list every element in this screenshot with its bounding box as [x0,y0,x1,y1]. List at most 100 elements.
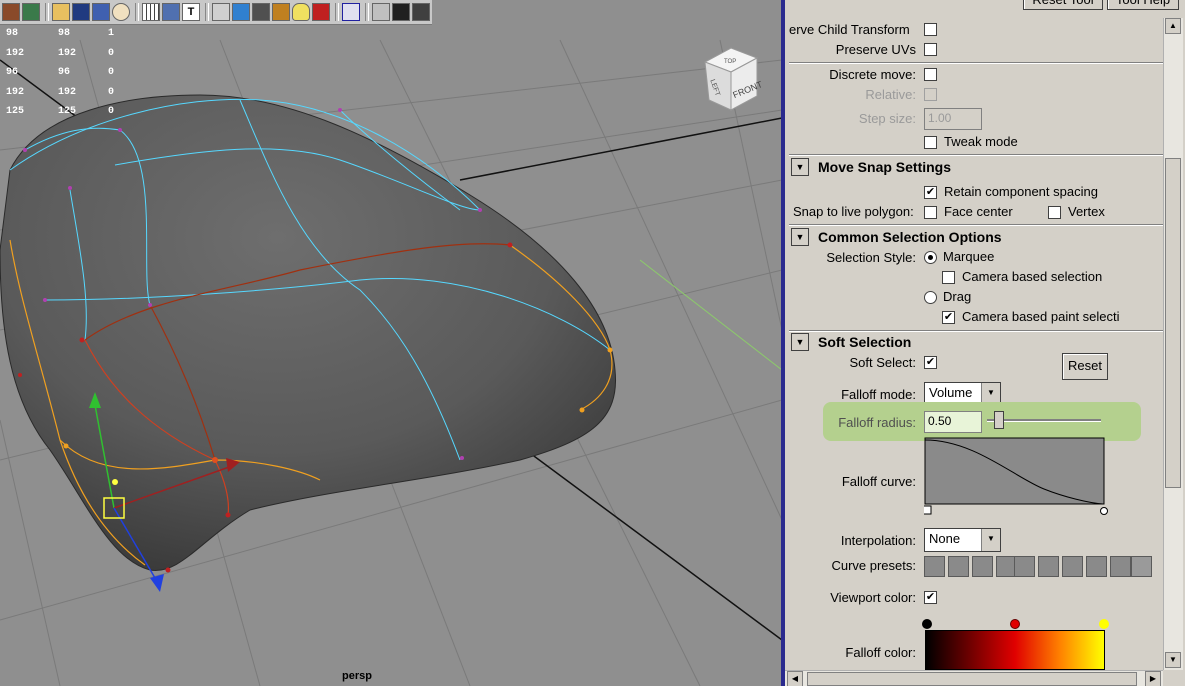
tweak-mode-checkbox[interactable] [924,136,937,149]
preset-bell-icon[interactable] [1014,556,1035,577]
cube-red-icon[interactable] [312,3,330,21]
hud-row: 98 98 1 [6,28,115,40]
soft-select-reset-button[interactable]: Reset [1062,353,1108,380]
marquee-label: Marquee [943,249,995,264]
preserve-child-transform-checkbox[interactable] [924,23,937,36]
marquee-radio[interactable] [924,251,937,264]
snapshot-icon[interactable] [392,3,410,21]
camera-based-selection-checkbox[interactable] [942,271,955,284]
axis-line [459,117,782,181]
falloff-curve-graph[interactable] [924,437,1108,517]
slider-thumb[interactable] [994,411,1004,429]
preset-steps-icon[interactable] [1062,556,1083,577]
preserve-uvs-checkbox[interactable] [924,43,937,56]
drag-label: Drag [943,289,972,304]
preset-custom-icon[interactable] [1131,556,1152,577]
color-key-red-icon[interactable] [1010,619,1020,629]
preset-linear-icon[interactable] [924,556,945,577]
move-snap-settings-title: Move Snap Settings [818,159,952,175]
hud-row: 192 192 0 [6,86,115,98]
vertex-label: Vertex [1068,204,1105,219]
retain-spacing-label: Retain component spacing [944,184,1098,199]
viewport-color-checkbox[interactable]: ✔ [924,591,937,604]
text-icon[interactable]: T [182,3,200,21]
toolbar-separator [335,3,339,21]
falloff-radius-field[interactable]: 0.50 [924,411,982,433]
vertical-scrollbar[interactable]: ▲ ▼ [1163,18,1183,670]
preset-wave-icon[interactable] [1110,556,1131,577]
menu-icon[interactable] [72,3,90,21]
uv-icon[interactable] [162,3,180,21]
step-size-label: Step size: [858,111,916,126]
slider-track [987,419,1101,422]
falloff-radius-slider[interactable] [987,411,1101,431]
falloff-mode-label: Falloff mode: [841,387,916,402]
camera-based-selection-label: Camera based selection [962,269,1103,284]
toolbar-separator [205,3,209,21]
poly-count-hud: 98 98 1 192 192 0 96 96 0 192 192 0 125 … [6,24,158,122]
preset-ring-icon[interactable] [1086,556,1107,577]
reset-tool-button[interactable]: Reset Tool [1023,0,1103,10]
preset-smooth-icon[interactable] [948,556,969,577]
sculpt-icon[interactable] [22,3,40,21]
sphere-icon[interactable] [112,3,130,21]
joint-icon[interactable] [412,3,430,21]
horizontal-scrollbar[interactable]: ◀ ▶ [785,670,1163,686]
soft-selection-title: Soft Selection [818,334,912,350]
camera-based-paint-label: Camera based paint selecti [962,309,1120,324]
discrete-move-checkbox[interactable] [924,68,937,81]
paint-icon[interactable] [2,3,20,21]
curve-key-start-icon[interactable] [924,505,932,515]
relative-label: Relative: [865,87,916,102]
collapse-arrow-icon[interactable]: ▼ [791,158,809,176]
color-key-yellow-icon[interactable] [1099,619,1109,629]
view-cube[interactable]: TOP LEFT FRONT [695,40,765,115]
grid-icon[interactable] [142,3,160,21]
viewcube-top-label[interactable]: TOP [724,59,736,65]
drag-radio[interactable] [924,291,937,304]
preset-slow-icon[interactable] [972,556,993,577]
collapse-arrow-icon[interactable]: ▼ [791,333,809,351]
scroll-up-icon[interactable]: ▲ [1165,18,1181,34]
camera-based-paint-checkbox[interactable]: ✔ [942,311,955,324]
soft-select-checkbox[interactable]: ✔ [924,356,937,369]
vertex-checkbox[interactable] [1048,206,1061,219]
soft-selection-header[interactable]: ▼ Soft Selection [789,331,1164,355]
tool-help-button[interactable]: Tool Help [1107,0,1179,10]
snap-live-polygon-label: Snap to live polygon: [793,204,914,219]
scroll-down-icon[interactable]: ▼ [1165,652,1181,668]
scroll-right-icon[interactable]: ▶ [1145,671,1161,686]
curve-key-end-icon[interactable] [1100,507,1108,515]
grid-box-icon[interactable] [372,3,390,21]
texture-icon[interactable] [272,3,290,21]
face-center-label: Face center [944,204,1013,219]
render-icon[interactable] [92,3,110,21]
light-icon[interactable] [292,3,310,21]
cube-blue-icon[interactable] [232,3,250,21]
layers-icon[interactable] [52,3,70,21]
falloff-color-ramp[interactable] [925,630,1105,670]
cube-grey-icon[interactable] [252,3,270,21]
retain-spacing-checkbox[interactable]: ✔ [924,186,937,199]
shelf-toolbar: T [0,0,432,25]
face-center-checkbox[interactable] [924,206,937,219]
snap-icon[interactable] [342,3,360,21]
scroll-left-icon[interactable]: ◀ [787,671,803,686]
scroll-thumb[interactable] [1165,158,1181,488]
hud-row: 96 96 0 [6,67,115,79]
common-selection-header[interactable]: ▼ Common Selection Options [789,226,1164,250]
toolbar-separator [45,3,49,21]
collapse-arrow-icon[interactable]: ▼ [791,228,809,246]
cube-wire-icon[interactable] [212,3,230,21]
chevron-down-icon[interactable]: ▼ [981,529,1000,551]
falloff-color-label: Falloff color: [845,645,916,660]
nurbs-mesh[interactable] [0,94,617,571]
3d-viewport[interactable]: T 98 98 1 192 192 0 96 96 0 192 192 0 12… [0,0,782,686]
guide-line [639,259,782,371]
color-key-black-icon[interactable] [922,619,932,629]
preset-spike-icon[interactable] [1038,556,1059,577]
move-snap-settings-header[interactable]: ▼ Move Snap Settings [789,156,1164,180]
scroll-thumb[interactable] [807,672,1137,686]
preserve-child-transform-label: erve Child Transform [789,22,910,37]
interpolation-dropdown[interactable]: None ▼ [924,528,1001,552]
